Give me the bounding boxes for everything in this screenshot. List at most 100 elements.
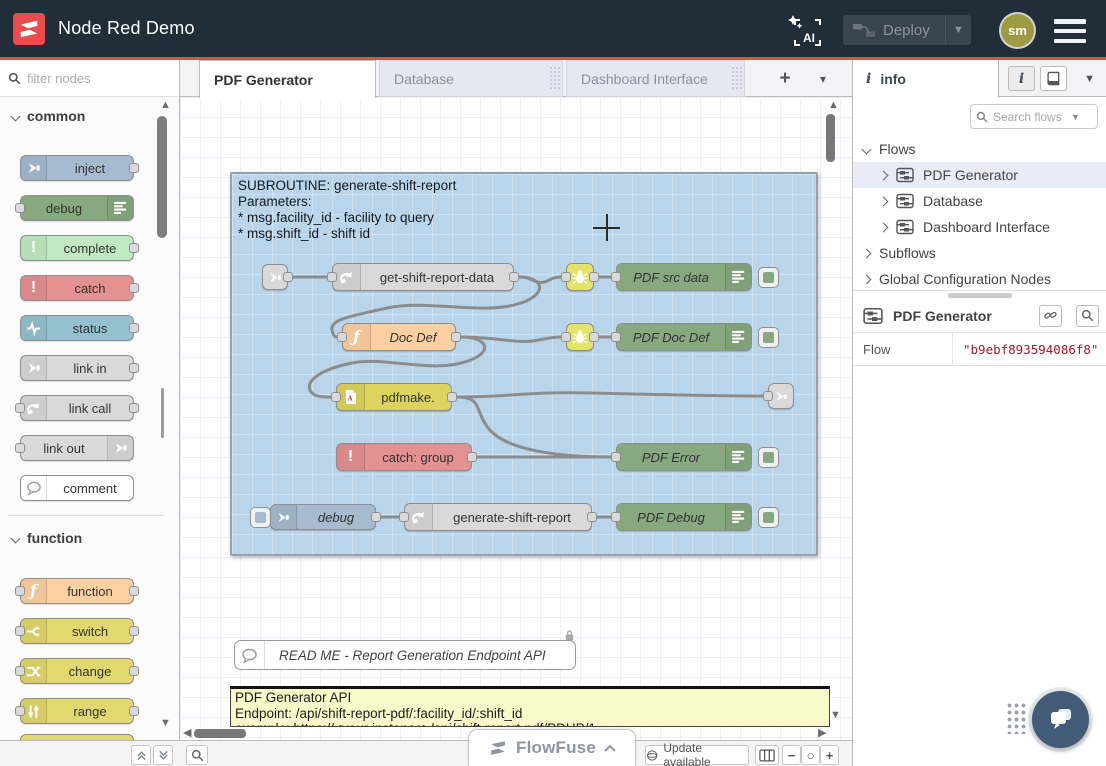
- node-debug-junction-2[interactable]: [566, 323, 594, 351]
- output-port[interactable]: [129, 706, 139, 716]
- input-port[interactable]: [331, 392, 341, 402]
- deploy-button[interactable]: Deploy ▼: [843, 15, 971, 45]
- sidebar-splitter[interactable]: [853, 290, 1106, 299]
- zoom-reset-button[interactable]: ○: [801, 745, 820, 765]
- zoom-in-button[interactable]: +: [820, 745, 839, 765]
- input-port[interactable]: [15, 203, 25, 213]
- input-port[interactable]: [611, 272, 621, 282]
- tree-item-pdf-generator[interactable]: PDF Generator: [853, 162, 1106, 188]
- info-toggle-button[interactable]: i: [1008, 66, 1035, 91]
- output-port[interactable]: [129, 163, 139, 173]
- output-port[interactable]: [467, 452, 477, 462]
- navigator-button[interactable]: [755, 745, 779, 765]
- api-note[interactable]: PDF Generator API Endpoint: /api/shift-r…: [230, 686, 830, 727]
- palette-node-complete[interactable]: ! complete: [20, 235, 134, 261]
- debug-toggle-button[interactable]: [758, 507, 779, 528]
- ai-assistant-button[interactable]: AI: [786, 13, 824, 48]
- palette-node-catch[interactable]: ! catch: [20, 275, 134, 301]
- filter-nodes-input[interactable]: [27, 71, 157, 86]
- node-link-in[interactable]: [262, 264, 288, 290]
- output-port[interactable]: [371, 512, 381, 522]
- tab-pdf-generator[interactable]: PDF Generator: [199, 60, 376, 98]
- search-caret[interactable]: ▼: [1071, 112, 1080, 122]
- copy-link-button[interactable]: [1039, 305, 1062, 327]
- node-generate-shift-report[interactable]: generate-shift-report: [404, 503, 592, 531]
- scroll-down-arrow[interactable]: ▼: [160, 718, 171, 729]
- collapse-all-button[interactable]: [131, 745, 151, 765]
- inject-button[interactable]: [250, 507, 271, 528]
- output-port[interactable]: [129, 283, 139, 293]
- input-port[interactable]: [15, 403, 25, 413]
- debug-toggle-button[interactable]: [758, 327, 779, 348]
- chat-widget-button[interactable]: [1032, 691, 1089, 748]
- palette-node-debug[interactable]: debug: [20, 195, 134, 221]
- output-port[interactable]: [509, 272, 519, 282]
- output-port[interactable]: [129, 666, 139, 676]
- tab-database[interactable]: Database: [379, 60, 563, 97]
- input-port[interactable]: [611, 452, 621, 462]
- tree-item-global-config[interactable]: Global Configuration Nodes: [853, 266, 1106, 292]
- search-flow-button[interactable]: [1076, 305, 1099, 327]
- category-common[interactable]: common: [12, 108, 85, 124]
- input-port[interactable]: [763, 391, 773, 401]
- node-pdfmake[interactable]: A pdfmake.: [336, 383, 452, 411]
- node-readme-comment[interactable]: READ ME - Report Generation Endpoint API: [234, 640, 576, 670]
- sidebar-search[interactable]: ▼: [970, 104, 1098, 129]
- output-port[interactable]: [129, 586, 139, 596]
- tab-list-caret[interactable]: ▾: [810, 67, 836, 91]
- expand-all-button[interactable]: [153, 745, 173, 765]
- user-avatar[interactable]: sm: [1001, 14, 1034, 47]
- palette-node-range[interactable]: range: [20, 698, 134, 724]
- palette-node-link-in[interactable]: link in: [20, 355, 134, 381]
- output-port[interactable]: [129, 323, 139, 333]
- node-get-shift-report-data[interactable]: get-shift-report-data: [332, 263, 514, 291]
- node-catch-group[interactable]: ! catch: group: [336, 443, 472, 471]
- vertical-scrollbar-thumb[interactable]: [826, 114, 835, 162]
- scroll-left-arrow[interactable]: ◀: [183, 728, 191, 739]
- category-function[interactable]: function: [12, 530, 82, 546]
- drag-handle-dots[interactable]: [1006, 702, 1028, 734]
- tab-dashboard-interface[interactable]: Dashboard Interface: [566, 60, 745, 97]
- palette-node-switch[interactable]: switch: [20, 618, 134, 644]
- output-port[interactable]: [451, 332, 461, 342]
- deploy-options-caret[interactable]: ▼: [945, 15, 971, 45]
- output-port[interactable]: [447, 392, 457, 402]
- node-doc-def[interactable]: ƒ Doc Def: [342, 323, 456, 351]
- node-pdf-src-data[interactable]: PDF src data: [616, 263, 752, 291]
- palette-node-function[interactable]: ƒ function: [20, 578, 134, 604]
- palette-node-comment[interactable]: comment: [20, 475, 134, 501]
- input-port[interactable]: [15, 706, 25, 716]
- sidebar-tab-info[interactable]: i info: [853, 60, 999, 98]
- main-menu-button[interactable]: [1054, 19, 1086, 43]
- input-port[interactable]: [15, 586, 25, 596]
- input-port[interactable]: [15, 626, 25, 636]
- node-debug-junction-1[interactable]: [566, 263, 594, 291]
- output-port[interactable]: [283, 272, 293, 282]
- tree-item-subflows[interactable]: Subflows: [853, 240, 1106, 266]
- palette-node-link-out[interactable]: link out: [20, 435, 134, 461]
- scroll-up-arrow[interactable]: ▲: [828, 100, 839, 111]
- output-port[interactable]: [589, 332, 599, 342]
- palette-node-link-call[interactable]: link call: [20, 395, 134, 421]
- zoom-out-button[interactable]: −: [782, 745, 801, 765]
- output-port[interactable]: [589, 272, 599, 282]
- scroll-right-arrow[interactable]: ▶: [818, 728, 826, 739]
- palette-node-status[interactable]: status: [20, 315, 134, 341]
- node-pdf-error[interactable]: PDF Error: [616, 443, 752, 471]
- palette-node-change[interactable]: change: [20, 658, 134, 684]
- input-port[interactable]: [327, 272, 337, 282]
- input-port[interactable]: [611, 332, 621, 342]
- input-port[interactable]: [15, 443, 25, 453]
- output-port[interactable]: [129, 363, 139, 373]
- debug-toggle-button[interactable]: [758, 267, 779, 288]
- output-port[interactable]: [129, 243, 139, 253]
- node-link-out[interactable]: [768, 383, 794, 409]
- canvas-search-button[interactable]: [186, 745, 208, 765]
- output-port[interactable]: [129, 626, 139, 636]
- palette-scrollbar-thumb[interactable]: [157, 116, 167, 238]
- debug-toggle-button[interactable]: [758, 447, 779, 468]
- node-pdf-doc-def[interactable]: PDF Doc Def: [616, 323, 752, 351]
- node-debug-inject[interactable]: debug: [270, 504, 376, 530]
- update-available-button[interactable]: Update available: [645, 745, 749, 765]
- output-port[interactable]: [587, 512, 597, 522]
